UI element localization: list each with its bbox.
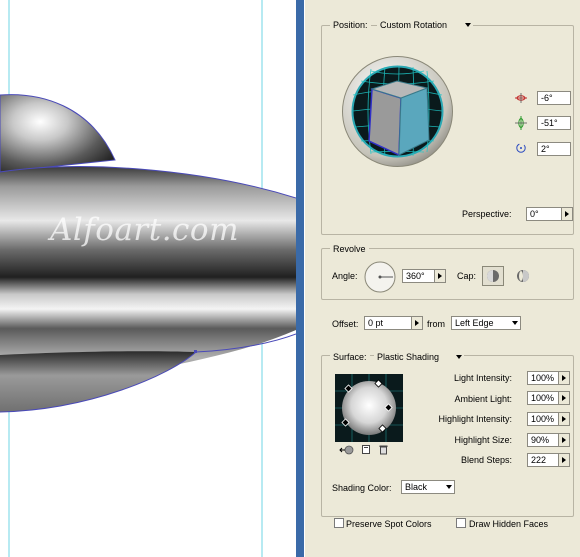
lighting-sphere[interactable] [335, 374, 403, 442]
angle-label: Angle: [332, 271, 358, 281]
dialog-body: Position: Custom Rotation -6° -51° 2° Pe… [304, 0, 580, 557]
surface-value: Plastic Shading [377, 352, 440, 362]
blend-steps-input[interactable]: 222 [527, 453, 559, 467]
cap-off-icon[interactable] [515, 268, 531, 284]
offset-label: Offset: [332, 319, 359, 329]
cap-on-icon[interactable] [482, 266, 504, 286]
surface-label: Surface: [330, 352, 370, 362]
highlight-size-input[interactable]: 90% [527, 433, 559, 447]
highlight-intensity-label: Highlight Intensity: [438, 414, 512, 424]
y-rotation-input[interactable]: -51° [537, 116, 571, 130]
angle-spin-button[interactable] [435, 269, 446, 283]
perspective-spin-button[interactable] [562, 207, 573, 221]
draw-hidden-faces-checkbox[interactable] [456, 518, 466, 528]
blend-steps-label: Blend Steps: [460, 455, 512, 465]
angle-input[interactable]: 360° [402, 269, 435, 283]
preserve-spot-colors-checkbox[interactable] [334, 518, 344, 528]
x-rotation-input[interactable]: -6° [537, 91, 571, 105]
revolve-group [321, 248, 574, 300]
artboard-canvas[interactable]: Alfoart.com [0, 0, 296, 557]
shading-color-value: Black [405, 482, 428, 492]
position-label: Position: [330, 20, 371, 30]
ambient-light-input[interactable]: 100% [527, 391, 559, 405]
angle-dial[interactable] [363, 260, 397, 294]
offset-input[interactable]: 0 pt [364, 316, 412, 330]
rotate-z-icon [516, 143, 526, 153]
shading-color-select[interactable]: Black [401, 480, 455, 494]
position-preset-value: Custom Rotation [380, 20, 448, 30]
delete-light-icon[interactable] [378, 444, 389, 455]
rotate-y-icon [515, 116, 527, 130]
surface-select[interactable]: Plastic Shading [374, 351, 464, 365]
chevron-down-icon [456, 355, 462, 359]
preserve-spot-colors-label: Preserve Spot Colors [346, 519, 432, 529]
from-edge-value: Left Edge [455, 318, 494, 328]
revolve-options-dialog: Position: Custom Rotation -6° -51° 2° Pe… [296, 0, 580, 557]
position-preset-select[interactable]: Custom Rotation [377, 19, 473, 33]
blend-steps-spin-button[interactable] [559, 453, 570, 467]
new-light-icon[interactable] [361, 444, 372, 455]
rotate-x-icon [515, 93, 527, 103]
ufo-artwork [0, 0, 296, 557]
ambient-light-label: Ambient Light: [454, 394, 512, 404]
back-light-icon[interactable] [339, 445, 355, 455]
light-intensity-input[interactable]: 100% [527, 371, 559, 385]
ambient-light-spin-button[interactable] [559, 391, 570, 405]
z-rotation-input[interactable]: 2° [537, 142, 571, 156]
revolve-legend: Revolve [330, 244, 369, 254]
highlight-intensity-input[interactable]: 100% [527, 412, 559, 426]
watermark-text: Alfoart.com [50, 212, 239, 248]
light-intensity-label: Light Intensity: [453, 373, 512, 383]
shading-color-label: Shading Color: [332, 483, 392, 493]
light-intensity-spin-button[interactable] [559, 371, 570, 385]
cap-label: Cap: [457, 271, 477, 281]
perspective-input[interactable]: 0° [526, 207, 562, 221]
offset-spin-button[interactable] [412, 316, 423, 330]
perspective-label: Perspective: [462, 209, 512, 219]
from-label: from [427, 319, 445, 329]
chevron-down-icon [512, 321, 518, 325]
highlight-size-spin-button[interactable] [559, 433, 570, 447]
from-edge-select[interactable]: Left Edge [451, 316, 521, 330]
chevron-down-icon [446, 485, 452, 489]
chevron-down-icon [465, 23, 471, 27]
rotation-track-cube[interactable] [341, 55, 454, 168]
highlight-size-label: Highlight Size: [454, 435, 512, 445]
highlight-intensity-spin-button[interactable] [559, 412, 570, 426]
draw-hidden-faces-label: Draw Hidden Faces [469, 519, 549, 529]
